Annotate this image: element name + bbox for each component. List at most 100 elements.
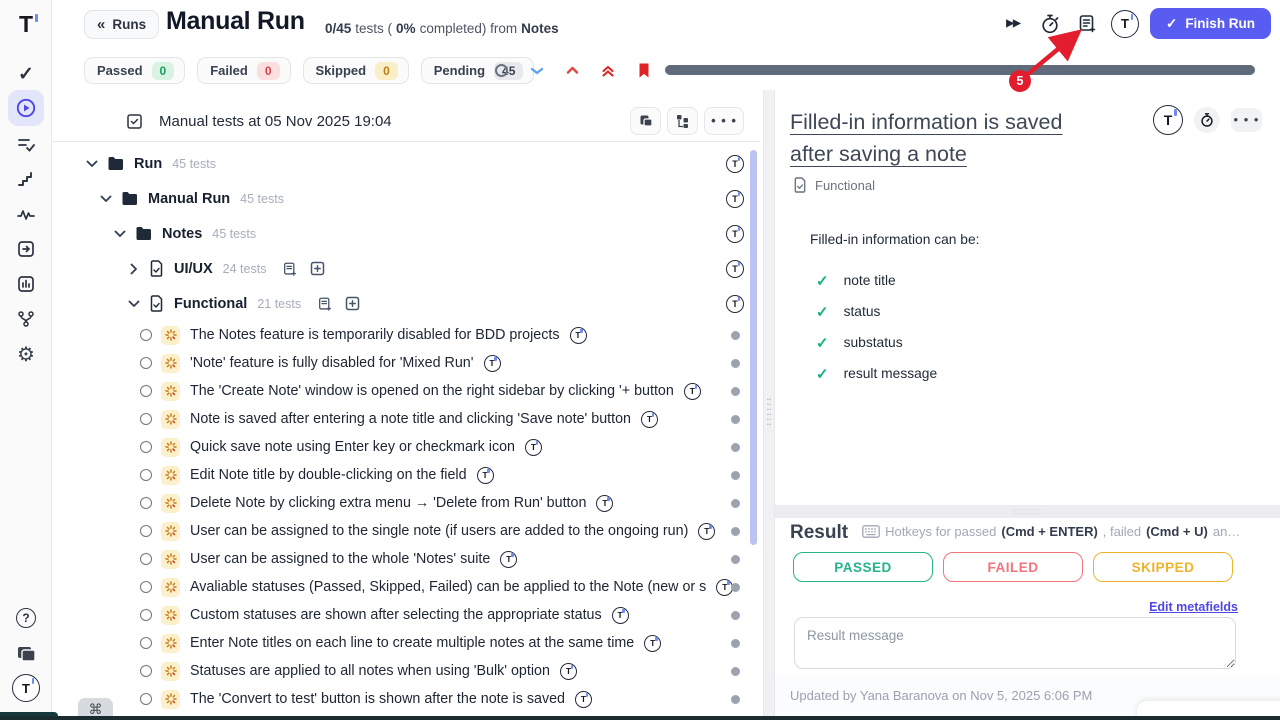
- assignee-avatar[interactable]: T: [612, 607, 629, 624]
- rail-reports-item[interactable]: [0, 272, 52, 296]
- tree-row[interactable]: Run 45 tests T: [52, 146, 760, 181]
- test-title[interactable]: Avaliable statuses (Passed, Skipped, Fai…: [190, 579, 706, 595]
- panel-splitter-vertical[interactable]: ............: [763, 90, 775, 717]
- tree-view-button[interactable]: [667, 107, 698, 135]
- assignee-avatar[interactable]: T: [575, 691, 592, 708]
- suite-tag[interactable]: Functional: [793, 177, 875, 193]
- test-row[interactable]: Quick save note using Enter key or check…: [52, 433, 760, 461]
- user-avatar[interactable]: T: [1111, 10, 1139, 38]
- test-row[interactable]: User can be assigned to the single note …: [52, 517, 760, 545]
- priority-high-filter-button[interactable]: [566, 66, 579, 75]
- assignee-avatar[interactable]: T: [726, 190, 744, 208]
- assignee-avatar[interactable]: T: [684, 383, 701, 400]
- note-add-icon[interactable]: [282, 261, 298, 277]
- test-status-circle-icon[interactable]: [140, 525, 152, 537]
- test-status-circle-icon[interactable]: [140, 581, 152, 593]
- test-status-circle-icon[interactable]: [140, 469, 152, 481]
- test-status-circle-icon[interactable]: [140, 693, 152, 705]
- test-row[interactable]: Note is saved after entering a note titl…: [52, 405, 760, 433]
- test-status-circle-icon[interactable]: [140, 497, 152, 509]
- assignee-avatar[interactable]: T: [726, 225, 744, 243]
- assignee-avatar[interactable]: T: [484, 355, 501, 372]
- note-add-icon[interactable]: [317, 296, 333, 312]
- test-status-circle-icon[interactable]: [140, 553, 152, 565]
- copy-view-button[interactable]: [630, 107, 661, 135]
- tree-row[interactable]: UI/UX 24 tests T: [52, 251, 760, 286]
- test-status-circle-icon[interactable]: [140, 329, 152, 341]
- test-title[interactable]: The 'Create Note' window is opened on th…: [190, 383, 674, 399]
- add-note-button[interactable]: [1074, 11, 1100, 37]
- filter-chip[interactable]: Passed 0: [84, 57, 185, 84]
- tree-row[interactable]: Functional 21 tests T: [52, 286, 760, 321]
- rail-branches-item[interactable]: [0, 307, 52, 331]
- test-title[interactable]: Note is saved after entering a note titl…: [190, 411, 631, 427]
- rail-pulse-item[interactable]: [0, 202, 52, 226]
- test-row[interactable]: Edit Note title by double-clicking on th…: [52, 461, 760, 489]
- add-test-icon[interactable]: [310, 261, 325, 276]
- chevron-down-icon[interactable]: [112, 230, 128, 238]
- bookmark-filter-button[interactable]: [637, 62, 651, 79]
- test-detail-title[interactable]: Filled-in information is saved after sav…: [790, 106, 1095, 171]
- assignee-avatar[interactable]: T: [1153, 105, 1183, 135]
- assignee-avatar[interactable]: T: [726, 155, 744, 173]
- rail-milestones-item[interactable]: [0, 168, 52, 192]
- test-row[interactable]: Custom statuses are shown after selectin…: [52, 601, 760, 629]
- rail-import-item[interactable]: [0, 237, 52, 261]
- assignee-avatar[interactable]: T: [560, 663, 577, 680]
- test-row[interactable]: User can be assigned to the whole 'Notes…: [52, 545, 760, 573]
- priority-low-filter-button[interactable]: [530, 66, 544, 76]
- rail-account-avatar[interactable]: T: [0, 674, 52, 702]
- test-status-circle-icon[interactable]: [140, 357, 152, 369]
- test-title[interactable]: User can be assigned to the single note …: [190, 523, 688, 539]
- rail-plans-item[interactable]: [0, 133, 52, 157]
- back-to-runs-button[interactable]: « Runs: [84, 10, 159, 39]
- assignee-avatar[interactable]: T: [726, 295, 744, 313]
- assignee-avatar[interactable]: T: [500, 551, 517, 568]
- assignee-avatar[interactable]: T: [525, 439, 542, 456]
- test-row[interactable]: Delete Note by clicking extra menu → 'De…: [52, 489, 760, 517]
- rail-projects-item[interactable]: [0, 640, 52, 666]
- test-title[interactable]: The Notes feature is temporarily disable…: [190, 327, 560, 343]
- assignee-avatar[interactable]: T: [698, 523, 715, 540]
- test-row[interactable]: Statuses are applied to all notes when u…: [52, 657, 760, 685]
- test-title[interactable]: Edit Note title by double-clicking on th…: [190, 467, 467, 483]
- test-row[interactable]: The 'Create Note' window is opened on th…: [52, 377, 760, 405]
- assignee-avatar[interactable]: T: [570, 327, 587, 344]
- rail-tests-item[interactable]: ✓: [0, 62, 52, 86]
- test-title[interactable]: 'Note' feature is fully disabled for 'Mi…: [190, 355, 474, 371]
- status-button[interactable]: PASSED: [793, 552, 933, 582]
- filter-chip[interactable]: Skipped 0: [303, 57, 409, 84]
- filter-chip[interactable]: Failed 0: [197, 57, 290, 84]
- chevron-down-icon[interactable]: [126, 300, 142, 308]
- status-button[interactable]: FAILED: [943, 552, 1083, 582]
- more-options-button[interactable]: • • •: [704, 107, 744, 135]
- edit-metafields-link[interactable]: Edit metafields: [1149, 600, 1238, 614]
- test-title[interactable]: Delete Note by clicking extra menu → 'De…: [190, 495, 586, 511]
- left-panel-scrollbar[interactable]: [750, 150, 757, 545]
- timer-button[interactable]: [1194, 107, 1220, 133]
- test-row[interactable]: Enter Note titles on each line to create…: [52, 629, 760, 657]
- test-status-circle-icon[interactable]: [140, 665, 152, 677]
- test-title[interactable]: Statuses are applied to all notes when u…: [190, 663, 550, 679]
- add-test-icon[interactable]: [345, 296, 360, 311]
- test-status-circle-icon[interactable]: [140, 609, 152, 621]
- test-status-circle-icon[interactable]: [140, 637, 152, 649]
- priority-critical-filter-button[interactable]: [601, 64, 615, 78]
- test-status-circle-icon[interactable]: [140, 441, 152, 453]
- assignee-avatar[interactable]: T: [726, 260, 744, 278]
- test-title[interactable]: Enter Note titles on each line to create…: [190, 635, 634, 651]
- test-status-circle-icon[interactable]: [140, 385, 152, 397]
- assignee-avatar[interactable]: T: [596, 495, 613, 512]
- assignee-avatar[interactable]: T: [477, 467, 494, 484]
- test-title[interactable]: Custom statuses are shown after selectin…: [190, 607, 602, 623]
- tree-row[interactable]: Notes 45 tests T: [52, 216, 760, 251]
- more-options-button[interactable]: • • •: [1231, 108, 1262, 132]
- rail-runs-item-active[interactable]: [8, 90, 44, 126]
- tree-row[interactable]: Manual Run 45 tests T: [52, 181, 760, 216]
- test-title[interactable]: Quick save note using Enter key or check…: [190, 439, 515, 455]
- status-button[interactable]: SKIPPED: [1093, 552, 1233, 582]
- test-title[interactable]: User can be assigned to the whole 'Notes…: [190, 551, 490, 567]
- assignee-avatar[interactable]: T: [641, 411, 658, 428]
- chevron-right-icon[interactable]: [126, 263, 142, 275]
- chevron-down-icon[interactable]: [84, 160, 100, 168]
